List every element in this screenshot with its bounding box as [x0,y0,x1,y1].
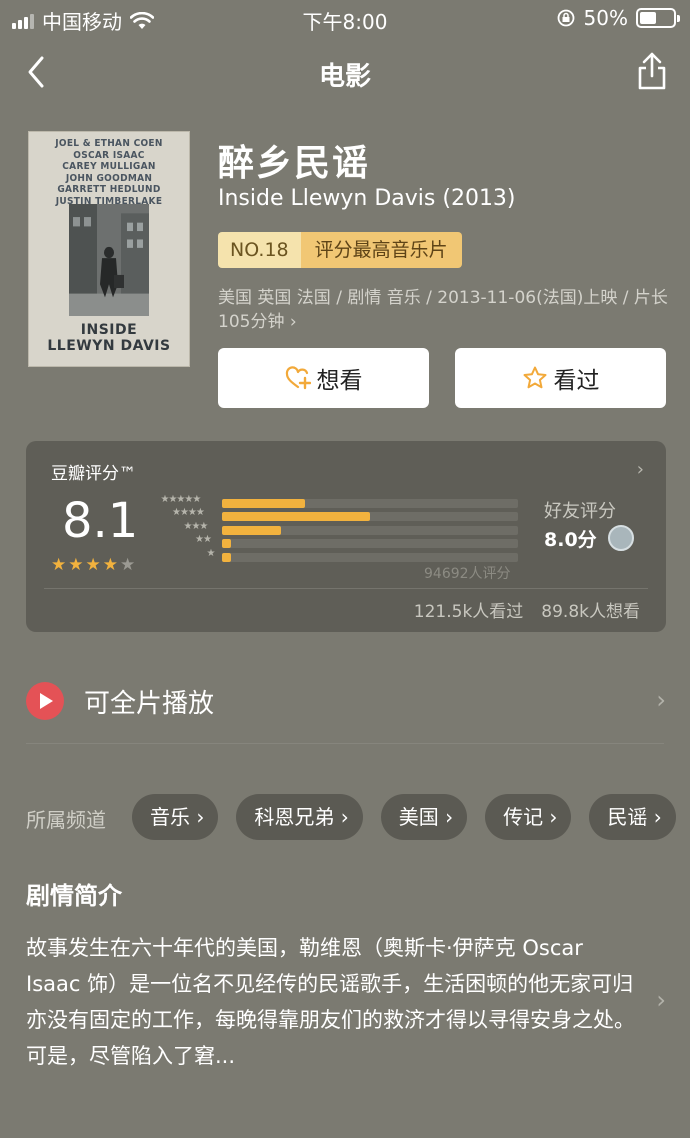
rating-bar-stars: ★ [206,547,216,559]
battery-percent: 50% [583,6,628,30]
channels-label: 所属频道 [26,808,106,832]
channel-chips: 音乐 › 科恩兄弟 › 美国 › 传记 › 民谣 › [132,794,676,840]
friend-avatar[interactable] [608,525,634,551]
rating-label: 豆瓣评分™ [51,464,136,484]
rank-badge[interactable]: NO.18 评分最高音乐片 [218,232,462,268]
rating-footer: 121.5k人看过 89.8k人想看 [414,597,640,622]
rating-bar-fill [222,539,231,549]
rating-bar-stars: ★★★ [183,520,209,532]
chevron-right-icon[interactable]: › [656,686,666,714]
rating-card[interactable]: 豆瓣评分™ › 8.1 ★ ★ ★ ★ ★ ★★★★★ ★★★★ ★★★ ★★ ★ 94692人… [26,441,666,632]
rating-bar-fill [222,525,282,535]
seen-count: 121.5k人看过 [413,602,524,622]
want-to-watch-button[interactable]: 想看 [218,348,429,408]
rating-score: 8.1 [62,493,139,549]
rating-bar-stars: ★★ [195,534,212,546]
star-filled-icon: ★ [102,555,118,575]
movie-meta[interactable]: 美国 英国 法国 / 剧情 音乐 / 2013-11-06(法国)上映 / 片长… [218,286,668,334]
rating-bar-track [222,552,518,562]
status-bar: 中国移动 下午8:00 50% [0,0,690,36]
rating-bar-fill [222,552,231,562]
friend-rating-score: 8.0分 [544,529,597,551]
rank-number: NO.18 [218,232,301,268]
star-filled-icon: ★ [68,555,84,575]
synopsis-text[interactable]: 故事发生在六十年代的美国，勒维恩（奥斯卡·伊萨克 Oscar Isaac 饰）是… [26,930,641,1074]
rating-stars: ★ ★ ★ ★ ★ [51,555,135,575]
seen-label: 看过 [553,368,600,394]
battery-icon [636,8,680,28]
rating-bar-stars: ★★★★ [172,507,205,519]
orientation-lock-icon [557,9,574,27]
divider [26,743,664,744]
want-label: 想看 [316,368,363,394]
rating-count: 94692人评分 [424,566,511,582]
star-filled-icon: ★ [51,555,67,575]
synopsis-title: 剧情简介 [26,882,122,910]
channel-chip-coen-brothers[interactable]: 科恩兄弟 › [236,794,363,840]
poster-title: INSIDE LLEWYN DAVIS [47,322,171,354]
channel-chip-biography[interactable]: 传记 › [485,794,572,840]
channel-chip-folk[interactable]: 民谣 › [589,794,676,840]
movie-poster[interactable]: JOEL & ETHAN COEN OSCAR ISAAC CAREY MULL… [28,131,190,367]
watched-button[interactable]: 看过 [455,348,666,408]
friend-rating-label: 好友评分 [544,501,616,522]
poster-photo [69,204,149,316]
movie-title-cn: 醉乡民谣 [218,143,371,184]
rank-text: 评分最高音乐片 [300,232,462,268]
rating-bar-fill [222,512,370,522]
want-count: 89.8k人想看 [541,602,640,622]
star-filled-icon: ★ [85,555,101,575]
rating-bar-track [222,539,518,549]
rating-bar-fill [222,499,305,508]
share-icon[interactable] [634,50,670,94]
chevron-right-icon[interactable]: › [656,986,666,1014]
divider [44,588,648,589]
star-empty-icon: ★ [120,555,136,575]
channel-chip-music[interactable]: 音乐 › [132,794,219,840]
chevron-right-icon: › [636,459,644,480]
status-right: 50% [556,6,680,30]
play-icon[interactable] [26,682,64,720]
nav-bar: 电影 [0,48,690,96]
full-play-label[interactable]: 可全片播放 [84,683,214,720]
heart-plus-icon [285,366,311,390]
page-title: 电影 [318,62,371,92]
movie-title-en: Inside Llewyn Davis (2013) [218,186,516,211]
poster-credits: JOEL & ETHAN COEN OSCAR ISAAC CAREY MULL… [55,138,163,207]
star-icon [523,366,546,389]
rating-bar-stars: ★★★★★ [160,494,202,505]
channel-chip-usa[interactable]: 美国 › [380,794,468,840]
